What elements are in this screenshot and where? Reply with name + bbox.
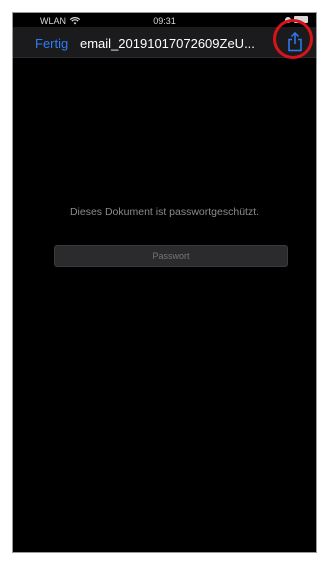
password-input[interactable]: [54, 245, 288, 267]
document-title: email_20191017072609ZeU...: [80, 36, 255, 51]
phone-screen: WLAN 09:31 Fertig email_20191017072609Ze…: [12, 12, 317, 553]
protected-message: Dieses Dokument ist passwortgeschützt.: [69, 206, 260, 218]
done-button[interactable]: Fertig: [35, 36, 68, 51]
nav-bar: Fertig email_20191017072609ZeU...: [13, 27, 316, 58]
highlight-circle: [273, 19, 313, 59]
status-bar: WLAN 09:31: [13, 13, 316, 27]
status-time: 09:31: [153, 16, 176, 26]
